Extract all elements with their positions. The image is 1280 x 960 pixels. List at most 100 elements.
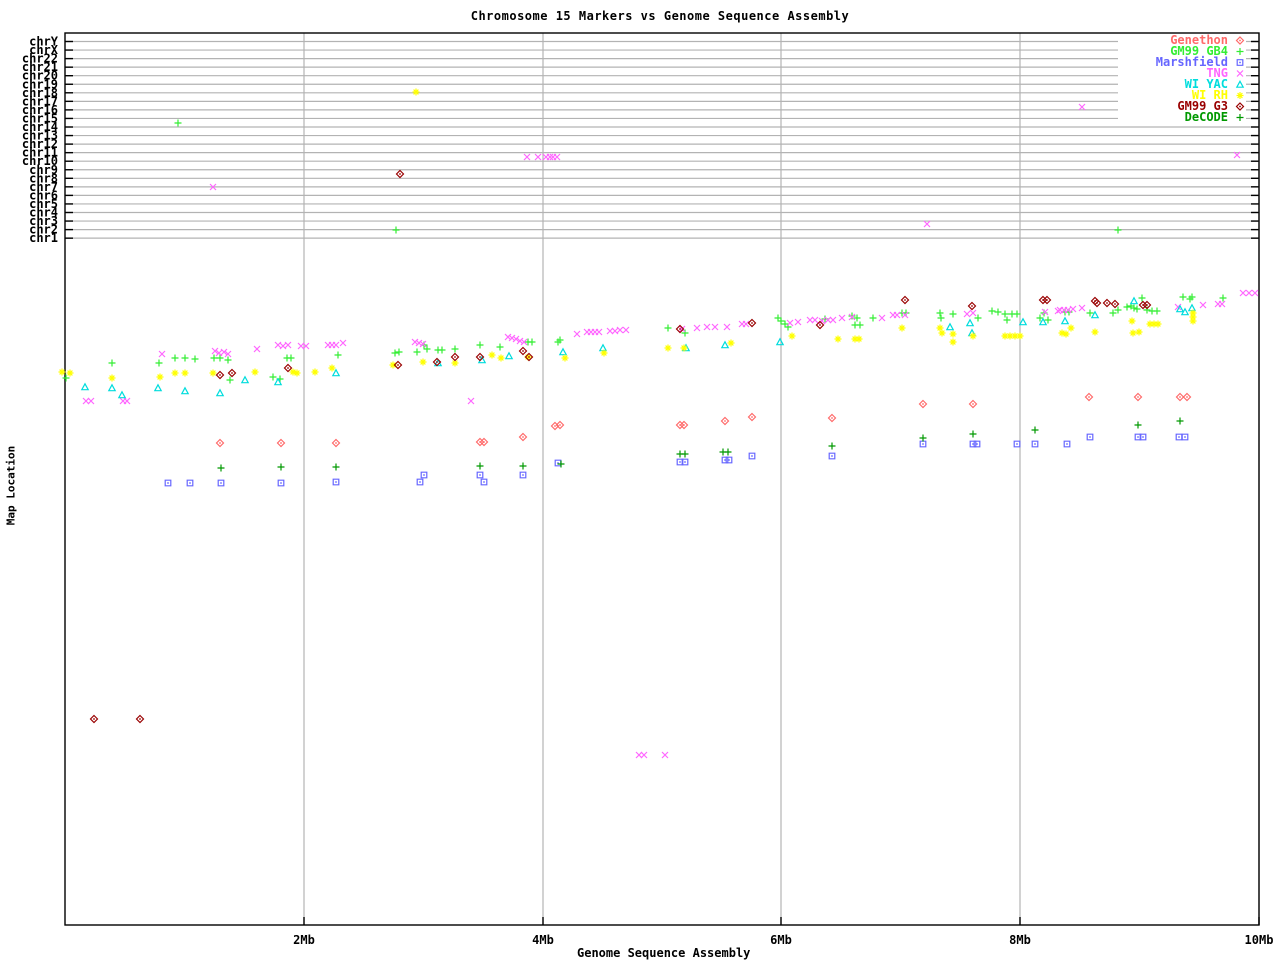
data-point-wi-rh (727, 339, 735, 347)
data-point-marshfield (1236, 59, 1244, 66)
data-point-decode (828, 442, 836, 450)
data-point-tng (742, 320, 750, 328)
data-point-wi-yac (965, 318, 975, 327)
data-point-gm99-gb4 (496, 343, 504, 351)
data-point-wi-rh (488, 351, 496, 359)
data-point-genethon (968, 399, 978, 409)
legend-marker-icon (1235, 80, 1245, 88)
data-point-gm99-gb4 (1003, 316, 1011, 324)
data-point-wi-yac (720, 340, 730, 349)
data-point-gm99-gb4 (949, 310, 957, 318)
data-point-tng (546, 153, 554, 161)
series-tng (82, 103, 1259, 759)
data-point-wi-rh (1128, 317, 1136, 325)
data-point-tng (253, 345, 261, 353)
data-point-wi-yac (598, 343, 608, 352)
data-point-decode (681, 450, 689, 458)
data-point-gm99-gb4 (1153, 307, 1161, 315)
data-point-wi-rh (66, 369, 74, 377)
data-point-genethon (918, 399, 928, 409)
data-point-wi-rh (156, 373, 164, 381)
data-point-marshfield (1031, 440, 1039, 448)
legend-marker-icon (1236, 114, 1244, 121)
x-tick-label: 8Mb (1009, 933, 1031, 947)
series-gm99-g3 (89, 169, 1152, 724)
data-point-decode (969, 430, 977, 438)
data-point-wi-yac (240, 375, 250, 384)
chart-page: Chromosome 15 Markers vs Genome Sequence… (0, 0, 1280, 960)
legend-item-decode: DeCODE (1118, 110, 1246, 124)
legend-marker-icon (1235, 36, 1245, 45)
data-point-tng (467, 397, 475, 405)
data-point-gm99-gb4 (62, 374, 70, 382)
data-point-marshfield (480, 478, 488, 486)
data-point-wi-yac (558, 347, 568, 356)
data-point-gm99-gb4 (1219, 294, 1227, 302)
data-point-decode (277, 463, 285, 471)
data-point-wi-rh (181, 369, 189, 377)
data-point-decode (557, 460, 565, 468)
data-point-gm99-gb4 (155, 359, 163, 367)
data-point-tng (723, 323, 731, 331)
data-point-tng (811, 316, 819, 324)
data-point-tng (1236, 70, 1244, 77)
data-point-tng (573, 330, 581, 338)
data-point-tng (1239, 289, 1247, 297)
data-point-tng (1245, 289, 1253, 297)
data-point-tng (1199, 301, 1207, 309)
data-point-wi-rh (497, 354, 505, 362)
data-point-gm99-gb4 (451, 345, 459, 353)
data-point-gm99-gb4 (334, 351, 342, 359)
data-point-marshfield (186, 479, 194, 487)
data-point-gm99-g3 (747, 318, 757, 328)
data-point-tng (158, 350, 166, 358)
data-point-wi-rh (855, 335, 863, 343)
data-point-marshfield (828, 452, 836, 460)
data-point-gm99-g3 (135, 714, 145, 724)
data-point-gm99-g3 (1110, 299, 1120, 309)
data-point-genethon (1235, 36, 1245, 45)
data-point-gm99-g3 (215, 370, 225, 380)
data-point-marshfield (416, 478, 424, 486)
data-point-genethon (1182, 392, 1192, 402)
data-point-tng (123, 397, 131, 405)
series-gm99-gb4 (62, 119, 1227, 384)
data-point-tng (969, 309, 977, 317)
data-point-wi-rh (389, 361, 397, 369)
data-point-tng (838, 314, 846, 322)
legend-marker-icon (1235, 102, 1245, 111)
data-point-genethon (747, 412, 757, 422)
legend-label: DeCODE (1184, 110, 1228, 124)
series-wi-yac (80, 296, 1197, 399)
data-point-wi-rh (171, 369, 179, 377)
data-point-gm99-g3 (518, 346, 528, 356)
data-point-gm99-gb4 (1114, 226, 1122, 234)
data-point-wi-rh (108, 374, 116, 382)
data-point-tng (332, 341, 340, 349)
data-point-decode (1031, 426, 1039, 434)
data-point-decode (1134, 421, 1142, 429)
data-point-tng (595, 328, 603, 336)
x-tick-label: 10Mb (1245, 933, 1274, 947)
data-point-decode (476, 462, 484, 470)
data-point-wi-yac (1129, 296, 1139, 305)
data-point-marshfield (725, 456, 733, 464)
data-point-marshfield (721, 456, 729, 464)
x-tick-label: 2Mb (293, 933, 315, 947)
legend-marker-icon (1236, 70, 1244, 77)
data-point-genethon (1133, 392, 1143, 402)
data-point-genethon (720, 416, 730, 426)
data-point-genethon (276, 438, 286, 448)
data-point-tng (640, 751, 648, 759)
data-point-marshfield (554, 459, 562, 467)
legend-marker-icon (1236, 48, 1244, 55)
data-point-tng (923, 220, 931, 228)
data-point-gm99-gb4 (413, 348, 421, 356)
data-point-gm99-gb4 (269, 373, 277, 381)
data-point-tng (693, 324, 701, 332)
data-point-gm99-g3 (1235, 102, 1245, 111)
data-point-tng (1054, 307, 1062, 315)
data-point-tng (829, 316, 837, 324)
data-point-wi-yac (331, 368, 341, 377)
data-point-decode (919, 434, 927, 442)
